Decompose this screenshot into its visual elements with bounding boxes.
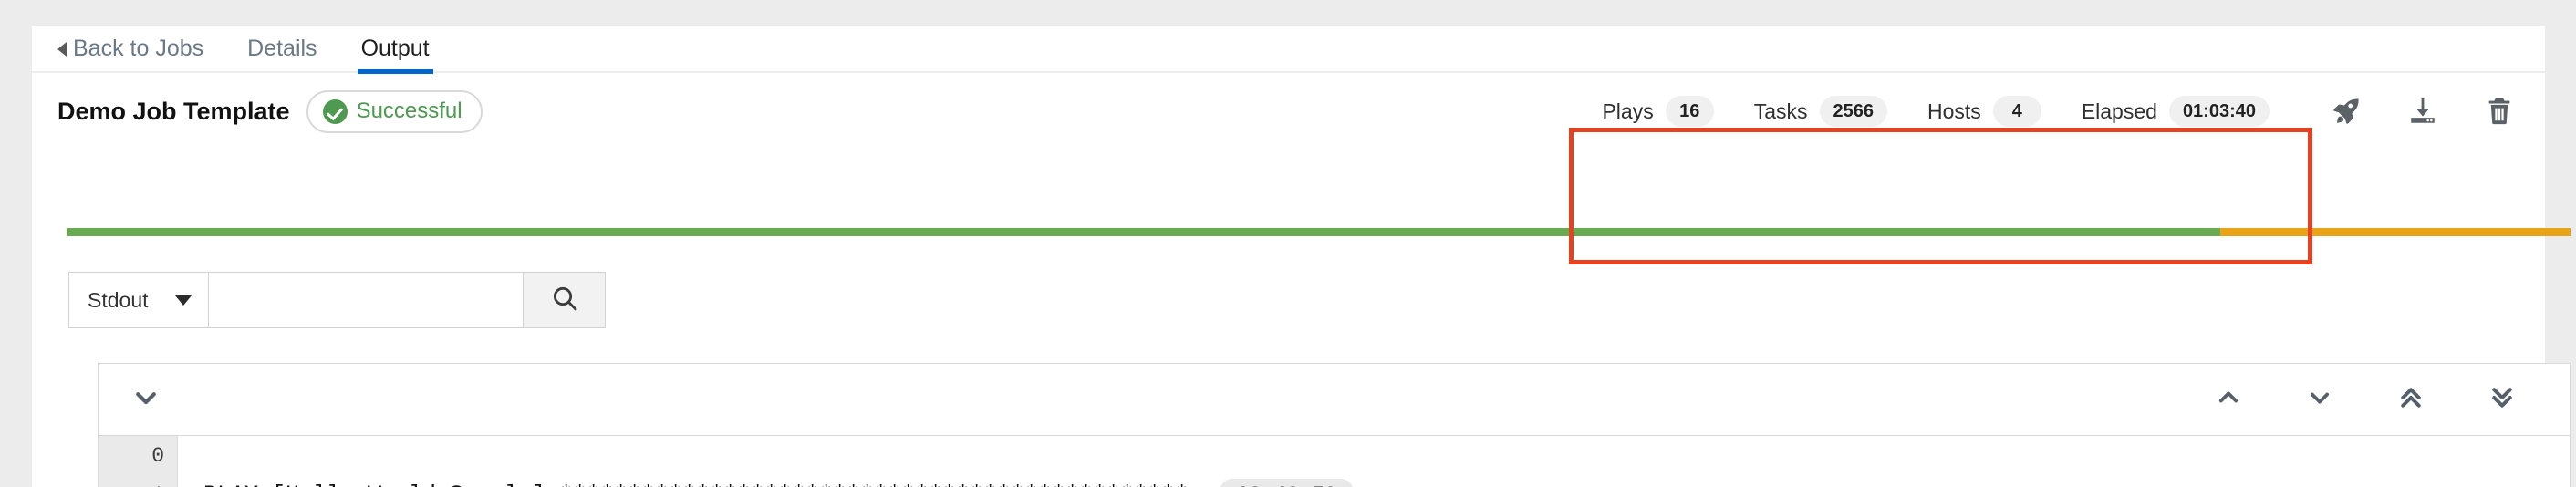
- log-line-gutter: 0: [99, 436, 178, 475]
- tab-back-to-jobs-label: Back to Jobs: [73, 35, 204, 61]
- stat-plays-label: Plays: [1602, 98, 1654, 123]
- chevron-down-icon: [175, 295, 192, 306]
- log-line-text: PLAY [Hello World Sample] **************…: [178, 478, 2570, 487]
- tab-back-to-jobs[interactable]: Back to Jobs: [57, 25, 203, 72]
- collapse-all-button[interactable]: [119, 372, 173, 427]
- job-output-page: Back to Jobs Details Output Demo Job Tem…: [0, 0, 2576, 487]
- scroll-bottom-button[interactable]: [2476, 373, 2529, 426]
- download-button[interactable]: [2397, 86, 2448, 137]
- chevron-up-icon: [2216, 385, 2241, 415]
- log-line-number: 0: [151, 443, 164, 468]
- search-input[interactable]: [208, 272, 523, 328]
- trash-icon: [2484, 96, 2515, 127]
- chevron-down-icon: [2307, 385, 2332, 415]
- log-line-timestamp: 12:48:50: [1220, 478, 1354, 487]
- stat-tasks-value: 2566: [1819, 96, 1888, 127]
- status-badge[interactable]: Successful: [306, 89, 483, 133]
- stat-plays: Plays 16: [1602, 96, 1714, 127]
- job-stats-group: Plays 16 Tasks 2566 Hosts 4 Elapsed 01:0…: [1602, 96, 2270, 127]
- rocket-icon: [2331, 96, 2362, 127]
- output-search-row: Stdout: [68, 272, 606, 328]
- stat-elapsed-label: Elapsed: [2081, 98, 2157, 123]
- window-background-left: [0, 0, 32, 487]
- tab-output-label: Output: [360, 35, 430, 61]
- job-action-buttons: [2321, 86, 2525, 137]
- stat-elapsed-value: 01:03:40: [2168, 96, 2270, 127]
- double-chevron-up-icon: [2397, 384, 2425, 416]
- output-type-select[interactable]: Stdout: [68, 272, 208, 328]
- log-line: 1 PLAY [Hello World Sample] ************…: [99, 475, 2570, 487]
- stat-tasks: Tasks 2566: [1753, 96, 1888, 127]
- download-icon: [2407, 96, 2438, 127]
- log-line-expand-toggle[interactable]: [108, 475, 135, 487]
- delete-button[interactable]: [2474, 86, 2525, 137]
- log-line-content: PLAY [Hello World Sample] **************…: [203, 482, 1189, 487]
- status-badge-label: Successful: [356, 98, 462, 123]
- search-icon: [550, 284, 579, 317]
- double-chevron-down-icon: [2488, 384, 2516, 416]
- search-button[interactable]: [523, 272, 606, 328]
- job-header-row: Demo Job Template Successful Plays 16 Ta…: [32, 73, 2545, 150]
- log-line-number: 1: [151, 483, 164, 487]
- output-toolbar: [98, 363, 2571, 435]
- chevron-down-icon: [132, 384, 160, 416]
- scroll-previous-button[interactable]: [2202, 373, 2255, 426]
- stat-plays-value: 16: [1665, 96, 1714, 127]
- output-type-select-value: Stdout: [88, 287, 149, 312]
- stat-elapsed: Elapsed 01:03:40: [2082, 96, 2270, 127]
- tab-details-label: Details: [247, 35, 317, 61]
- stat-hosts-value: 4: [1992, 96, 2041, 127]
- job-progress-bar: [67, 228, 2571, 236]
- tab-output[interactable]: Output: [357, 25, 433, 74]
- window-background-top: [0, 0, 2576, 26]
- stat-hosts-label: Hosts: [1927, 98, 1981, 123]
- log-line-gutter: 1: [99, 475, 178, 487]
- stat-hosts: Hosts 4: [1927, 96, 2041, 127]
- output-nav-buttons: [2164, 373, 2570, 426]
- job-progress-fill: [67, 228, 2220, 236]
- stat-tasks-label: Tasks: [1753, 98, 1808, 123]
- relaunch-button[interactable]: [2321, 86, 2372, 137]
- scroll-next-button[interactable]: [2293, 373, 2346, 426]
- page-title: Demo Job Template: [57, 97, 290, 125]
- scroll-top-button[interactable]: [2384, 373, 2437, 426]
- tab-bar: Back to Jobs Details Output: [32, 25, 2545, 74]
- content-card: Back to Jobs Details Output Demo Job Tem…: [32, 25, 2571, 487]
- back-caret-icon: [57, 42, 67, 57]
- output-log-pane[interactable]: 0 1 PLAY [Hello World Sample] **********…: [98, 435, 2571, 487]
- check-circle-icon: [322, 98, 348, 124]
- log-line: 0: [99, 436, 2570, 475]
- tab-details[interactable]: Details: [247, 25, 317, 72]
